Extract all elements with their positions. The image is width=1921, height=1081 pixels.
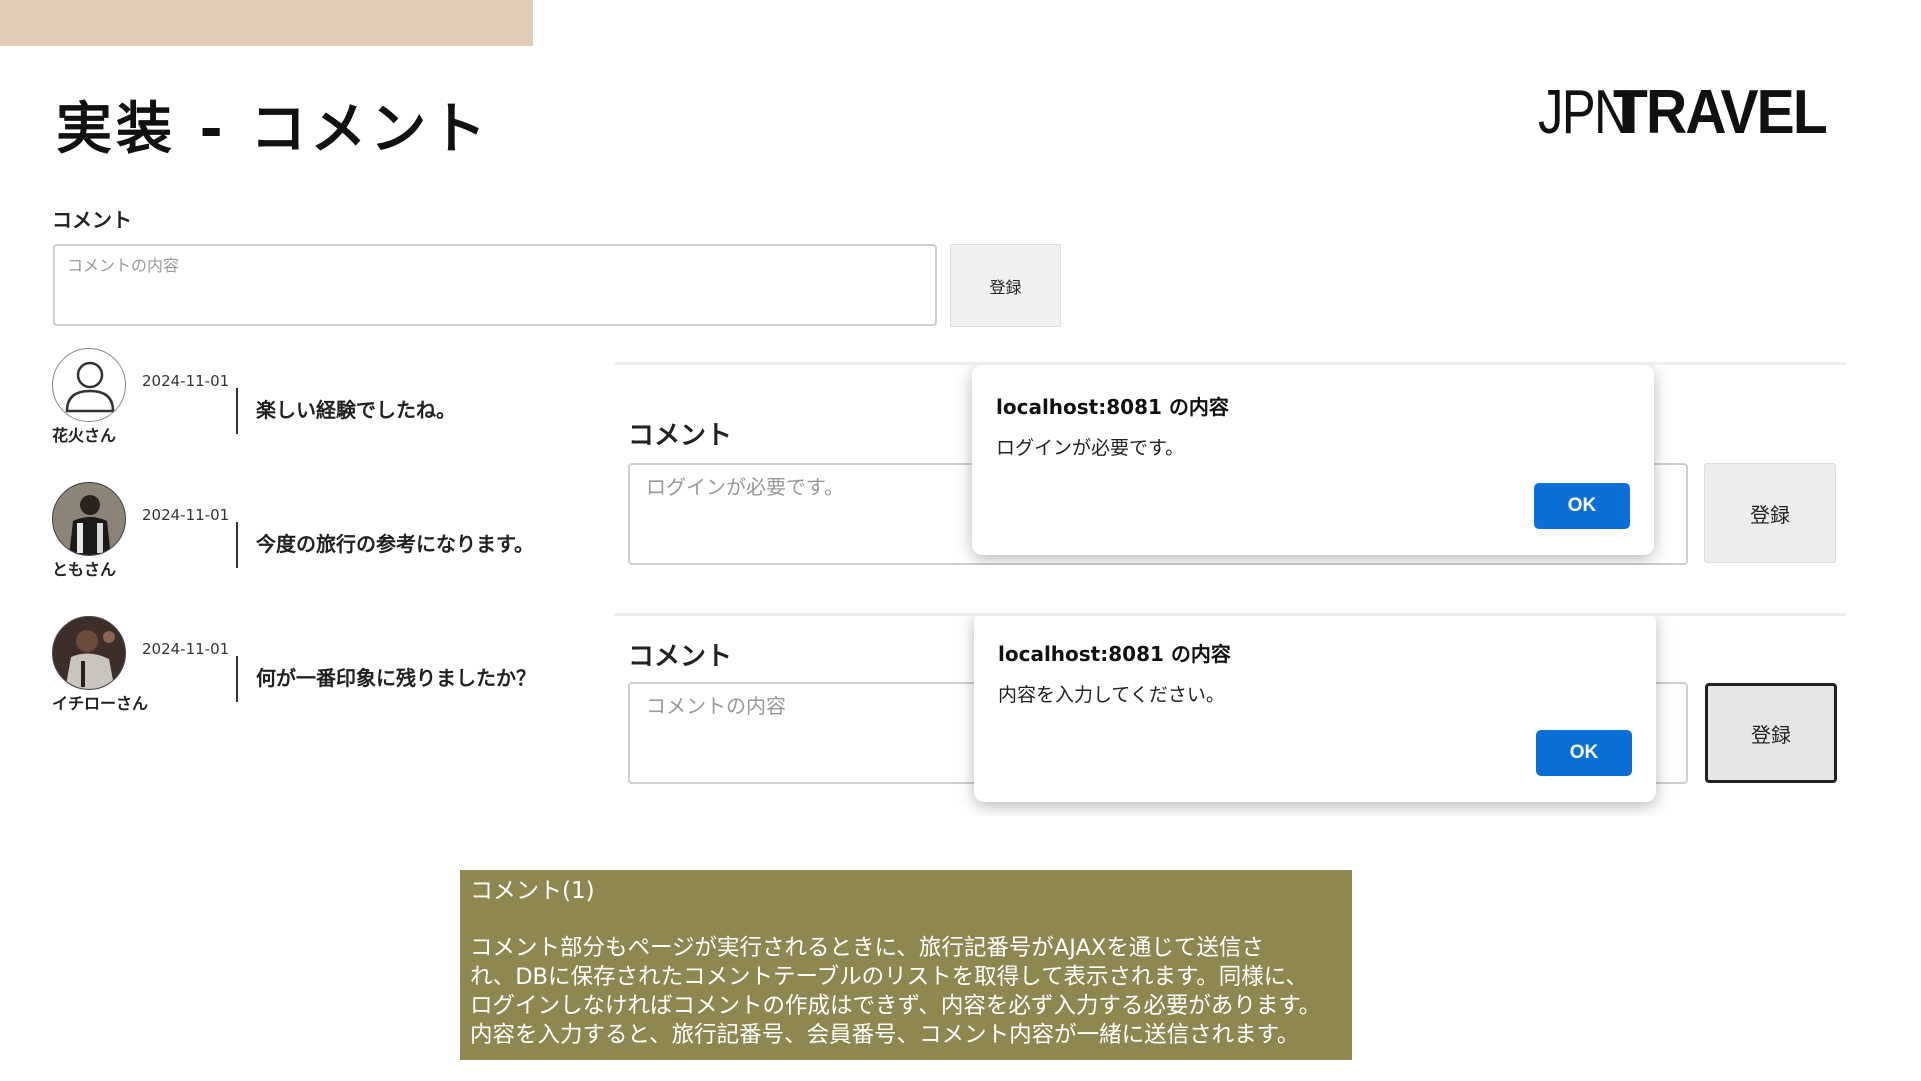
dialog-ok-button[interactable]: OK	[1534, 483, 1630, 529]
comment-divider	[236, 388, 238, 434]
logo-text-bold: TRAVEL	[1613, 78, 1828, 147]
comment-input[interactable]: コメントの内容	[53, 244, 937, 326]
comment-user-name: イチローさん	[52, 694, 149, 713]
comment-text: 楽しい経験でしたね。	[256, 398, 456, 422]
comment-submit-button[interactable]: 登録	[1705, 683, 1837, 783]
comment-form-label: コメント	[628, 421, 733, 451]
comment-item: イチローさん 2024-11-01 何が一番印象に残りましたか？	[52, 616, 572, 716]
comment-user-name: ともさん	[52, 560, 117, 579]
alert-dialog: localhost:8081 の内容 ログインが必要です。 OK	[972, 365, 1654, 555]
comment-date: 2024-11-01	[142, 372, 230, 390]
comment-submit-button[interactable]: 登録	[1704, 463, 1836, 563]
comment-date: 2024-11-01	[142, 506, 230, 524]
comment-divider	[236, 656, 238, 702]
comment-divider	[236, 522, 238, 568]
comment-item: ともさん 2024-11-01 今度の旅行の参考になります。	[52, 482, 572, 582]
comment-form-label: コメント	[628, 642, 733, 672]
comment-text: 今度の旅行の参考になります。	[256, 532, 534, 556]
comment-form-label: コメント	[52, 208, 132, 232]
dialog-message: ログインが必要です。	[996, 437, 1185, 459]
comment-date: 2024-11-01	[142, 640, 230, 658]
default-user-icon	[52, 348, 126, 422]
comment-submit-button[interactable]: 登録	[950, 244, 1061, 327]
user-photo-avatar	[52, 482, 126, 556]
dialog-title: localhost:8081 の内容	[998, 642, 1231, 666]
dialog-ok-button[interactable]: OK	[1536, 730, 1632, 776]
description-note: コメント(1) コメント部分もページが実行されるときに、旅行記番号がAJAXを通…	[460, 870, 1352, 1060]
slide-title: 実装 - コメント	[56, 97, 491, 162]
dialog-title: localhost:8081 の内容	[996, 395, 1229, 419]
comment-item: 花火さん 2024-11-01 楽しい経験でしたね。	[52, 348, 572, 448]
user-photo-avatar	[52, 616, 126, 690]
note-line: コメント部分もページが実行されるときに、旅行記番号がAJAXを通じて送信さ	[470, 935, 1264, 961]
comment-text: 何が一番印象に残りましたか？	[256, 666, 536, 690]
note-line: れ、DBに保存されたコメントテーブルのリストを取得して表示されます。同様に、	[470, 964, 1309, 990]
screenshot-login-required: コメント ログインが必要です。 登録 localhost:8081 の内容 ログ…	[614, 362, 1846, 565]
header-accent-bar	[0, 0, 533, 46]
note-line: 内容を入力すると、旅行記番号、会員番号、コメント内容が一緒に送信されます。	[470, 1022, 1300, 1048]
dialog-message: 内容を入力してください。	[998, 684, 1225, 706]
note-title: コメント(1)	[470, 878, 595, 904]
note-line: ログインしなければコメントの作成はできず、内容を必ず入力する必要があります。	[470, 993, 1322, 1019]
comment-user-name: 花火さん	[52, 426, 117, 445]
note-body: コメント部分もページが実行されるときに、旅行記番号がAJAXを通じて送信さ れ、…	[470, 934, 1342, 1050]
brand-logo: JPNTRAVEL	[1538, 78, 1881, 148]
alert-dialog: localhost:8081 の内容 内容を入力してください。 OK	[974, 616, 1656, 802]
screenshot-empty-content: コメント コメントの内容 登録 localhost:8081 の内容 内容を入力…	[614, 613, 1846, 816]
